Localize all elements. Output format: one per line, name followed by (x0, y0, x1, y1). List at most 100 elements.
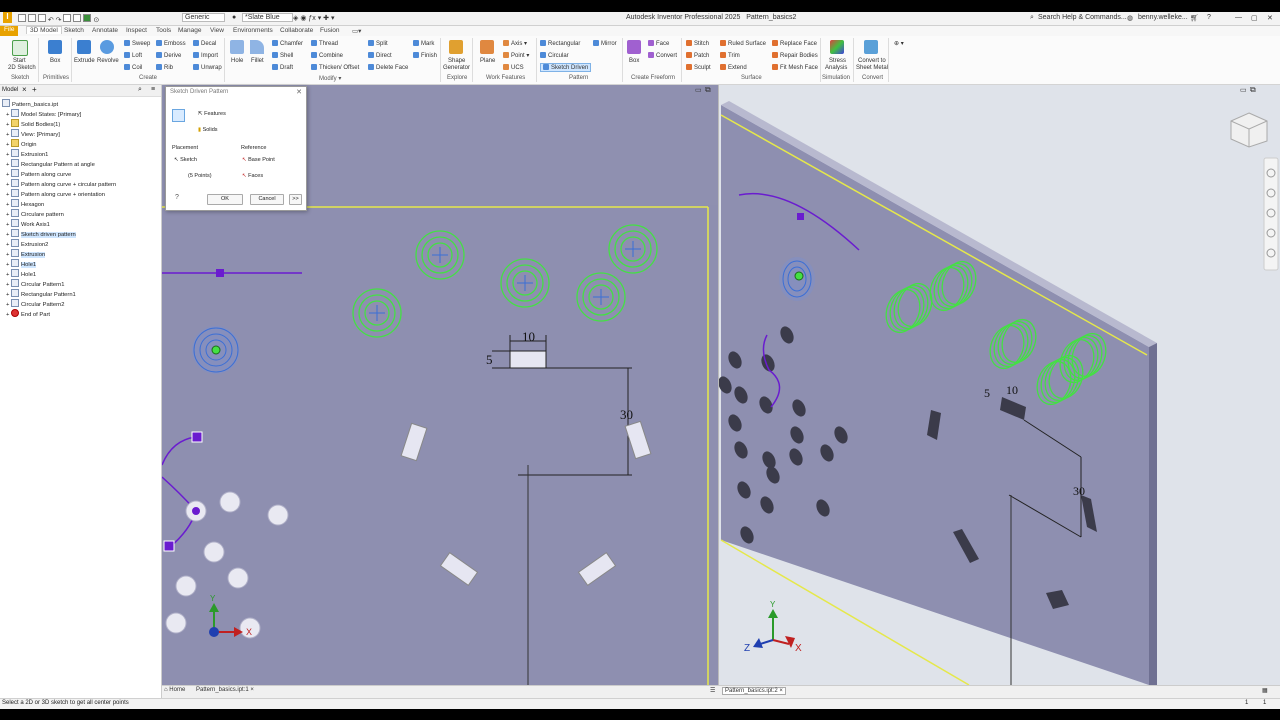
base-point-selector[interactable]: ↖ Base Point (242, 157, 275, 163)
browser-tab-model[interactable]: Model (2, 87, 18, 93)
base-point-marker-3d[interactable] (794, 271, 804, 281)
finish-button[interactable]: Finish (413, 52, 437, 59)
draft-button[interactable]: Draft (272, 64, 293, 71)
convert-freeform-button[interactable]: Convert (648, 52, 677, 59)
sketch-selector[interactable]: ↖ Sketch (174, 157, 197, 163)
ribbon-options-icon[interactable]: ▭▾ (352, 27, 361, 35)
navigation-bar[interactable] (1263, 157, 1279, 271)
sketch-point-3d[interactable] (797, 213, 804, 220)
tree-item[interactable]: + Hole1 (6, 259, 37, 268)
rib-button[interactable]: Rib (156, 64, 173, 71)
document-tab-2[interactable]: Pattern_basics.ipt:2 × (722, 687, 786, 695)
repair-bodies-button[interactable]: Repair Bodies (772, 52, 818, 59)
chamfer-button[interactable]: Chamfer (272, 40, 303, 47)
box-button[interactable]: Box (50, 58, 60, 64)
tree-item[interactable]: + Work Axis1 (6, 219, 50, 228)
document-tab-1[interactable]: Pattern_basics.ipt:1 × (196, 687, 254, 693)
hole[interactable] (219, 491, 241, 513)
tree-item[interactable]: + View: [Primary] (6, 129, 60, 138)
loft-button[interactable]: Loft (124, 52, 142, 59)
tabs-layout-icon[interactable]: ▦ (1262, 687, 1268, 694)
spline-point-1[interactable] (191, 431, 203, 443)
tab-view[interactable]: View (210, 27, 224, 34)
tab-file[interactable]: File (0, 26, 19, 36)
dialog-close-icon[interactable]: ✕ (296, 88, 302, 96)
tree-item[interactable]: + Pattern along curve + circular pattern (6, 179, 116, 188)
direct-button[interactable]: Direct (368, 52, 392, 59)
dim-width-3d-text[interactable]: 10 (1006, 383, 1018, 397)
sculpt-button[interactable]: Sculpt (686, 64, 711, 71)
tree-item[interactable]: + Hole1 (6, 269, 36, 278)
mark-button[interactable]: Mark (413, 40, 434, 47)
viewport2-maximize-icon[interactable]: ⧉ (1250, 85, 1256, 95)
add-tab-icon[interactable]: + (32, 85, 37, 94)
thicken-button[interactable]: Thicken/ Offset (311, 64, 359, 71)
tab-environments[interactable]: Environments (233, 27, 273, 34)
circular-pattern-button[interactable]: Circular (540, 52, 569, 59)
tree-item[interactable]: + Circulare pattern (6, 209, 64, 218)
sketch-rectangle[interactable] (509, 350, 547, 369)
quick-access-toolbar[interactable]: ↶ ↷ ⊙ (18, 14, 99, 24)
rectangular-pattern-button[interactable]: Rectangular (540, 40, 580, 47)
pattern-features-toggle[interactable] (172, 109, 185, 122)
tab-sketch[interactable]: Sketch (64, 27, 84, 34)
view-tools-icons[interactable]: ◈ ◉ ƒx ▾ ✚ ▾ (293, 14, 335, 22)
tree-item[interactable]: + Solid Bodies(1) (6, 119, 60, 128)
tab-fusion[interactable]: Fusion (320, 27, 340, 34)
cancel-button[interactable]: Cancel (250, 194, 284, 205)
delete-face-button[interactable]: Delete Face (368, 64, 408, 71)
viewport2-scene[interactable]: 10 5 30 Y X Z (719, 85, 1280, 685)
dim-height-text[interactable]: 5 (486, 352, 493, 367)
appearance-select[interactable]: *Slate Blue (242, 13, 293, 22)
tree-item[interactable]: + Extrusion2 (6, 239, 48, 248)
tab-annotate[interactable]: Annotate (92, 27, 118, 34)
features-selector[interactable]: ⇱ Features (198, 111, 226, 117)
faces-selector[interactable]: ↖ Faces (242, 173, 263, 179)
tree-item[interactable]: + Extrusion1 (6, 149, 48, 158)
mirror-button[interactable]: Mirror (593, 40, 617, 47)
replace-face-button[interactable]: Replace Face (772, 40, 817, 47)
tree-item[interactable]: + End of Part (6, 309, 50, 318)
viewport2-restore-icon[interactable]: ▭ (1240, 86, 1247, 94)
tree-item[interactable]: + Pattern along curve + orientation (6, 189, 105, 198)
fit-mesh-face-button[interactable]: Fit Mesh Face (772, 64, 818, 71)
tree-item[interactable]: Pattern_basics.ipt (2, 99, 58, 108)
revolve-button[interactable]: Revolve (97, 58, 119, 64)
tab-tools[interactable]: Tools (156, 27, 171, 34)
pattern-solids-toggle[interactable] (172, 125, 183, 136)
tab-collaborate[interactable]: Collaborate (280, 27, 313, 34)
ruled-surface-button[interactable]: Ruled Surface (720, 40, 766, 47)
sketch-driven-pattern-button[interactable]: Sketch Driven (540, 63, 592, 72)
menu-icon[interactable]: ≡ (151, 86, 155, 93)
stress-analysis-button[interactable]: Stress (829, 58, 846, 64)
stitch-button[interactable]: Stitch (686, 40, 709, 47)
viewport1-maximize-icon[interactable]: ⧉ (705, 85, 711, 95)
tabs-menu-icon[interactable]: ☰ (710, 687, 715, 694)
derive-button[interactable]: Derive (156, 52, 181, 59)
more-button[interactable]: >> (289, 194, 302, 205)
convert-sheet-metal-button[interactable]: Convert to (858, 58, 886, 64)
plate-front-face[interactable] (721, 105, 1149, 685)
start-sketch-button[interactable]: Start (13, 58, 26, 64)
tree-item[interactable]: + Rectangular Pattern1 (6, 289, 76, 298)
hole[interactable] (165, 612, 187, 634)
tree-item[interactable]: + Extrusion (6, 249, 46, 258)
tree-item[interactable]: + Circular Pattern1 (6, 279, 65, 288)
import-button[interactable]: Import (193, 52, 218, 59)
tree-item[interactable]: + Hexagon (6, 199, 44, 208)
tree-item[interactable]: + Pattern along curve (6, 169, 71, 178)
split-button[interactable]: Split (368, 40, 388, 47)
base-point-marker[interactable] (211, 345, 221, 355)
shape-generator-button[interactable]: Shape (448, 58, 465, 64)
close-tab-icon[interactable]: × (22, 85, 27, 94)
hole[interactable] (203, 541, 225, 563)
face-button[interactable]: Face (648, 40, 669, 47)
cart-icon[interactable]: 🛒︎ (1190, 14, 1199, 22)
spline-vertex[interactable] (192, 507, 200, 515)
tree-item[interactable]: + Rectangular Pattern at angle (6, 159, 95, 168)
sweep-button[interactable]: Sweep (124, 40, 150, 47)
tab-manage[interactable]: Manage (178, 27, 202, 34)
help-icon[interactable]: ? (1207, 14, 1211, 21)
minimize-button[interactable]: — (1235, 14, 1242, 21)
dim-width-text[interactable]: 10 (522, 329, 535, 344)
